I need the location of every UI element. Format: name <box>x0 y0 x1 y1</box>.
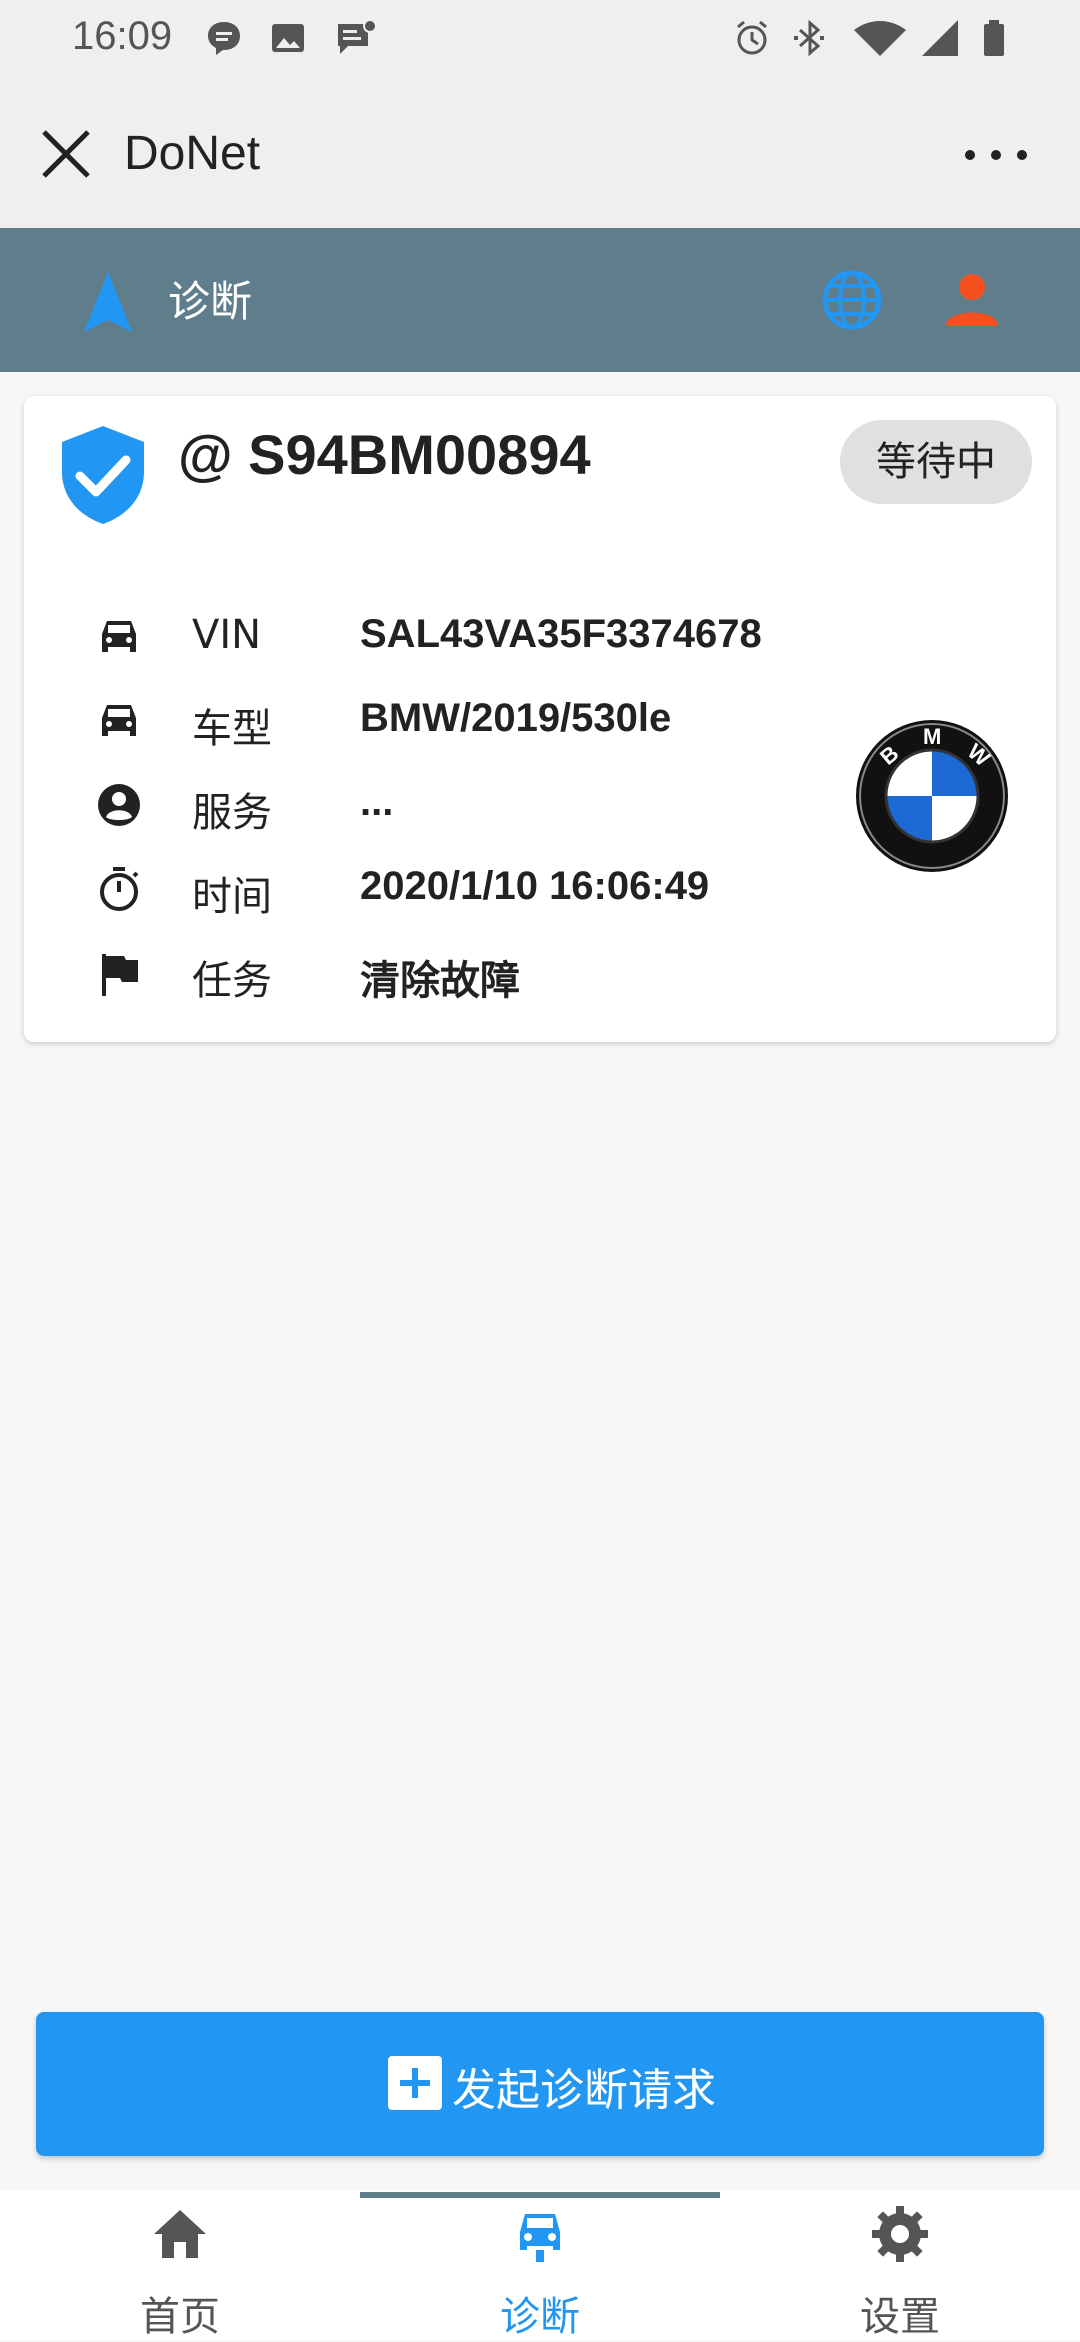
tab-home[interactable]: 首页 <box>0 2200 360 2340</box>
home-icon <box>154 2210 206 2258</box>
status-time: 16:09 <box>72 14 173 58</box>
app-title: DoNet <box>124 127 261 180</box>
globe-icon[interactable] <box>820 268 884 332</box>
info-value: 2020/1/10 16:06:49 <box>360 864 710 908</box>
car-front-icon <box>520 2214 560 2262</box>
nav-title: 诊断 <box>168 277 253 326</box>
user-icon[interactable] <box>942 270 1002 330</box>
tab-settings[interactable]: 设置 <box>720 2200 1080 2340</box>
tab-label: 设置 <box>860 2294 940 2340</box>
gear-icon <box>872 2206 928 2262</box>
info-label: VIN <box>192 612 262 658</box>
info-label: 车型 <box>192 706 272 752</box>
info-label: 服务 <box>192 790 272 836</box>
nav-bar: 诊断 <box>0 228 1080 372</box>
status-bar: 16:09 <box>0 0 1080 80</box>
more-icon[interactable] <box>960 140 1032 170</box>
shield-check-icon <box>62 426 144 524</box>
tab-diagnosis[interactable]: 诊断 <box>360 2200 720 2340</box>
license-plate: @ S94BM00894 <box>178 423 591 486</box>
info-value: SAL43VA35F3374678 <box>360 612 762 656</box>
info-label: 时间 <box>192 874 272 920</box>
svg-text:M: M <box>923 724 941 749</box>
vehicle-card[interactable]: @ S94BM00894 等待中 VIN SAL43VA35F3374678 车… <box>24 396 1056 1042</box>
start-diagnosis-label: 发起诊断请求 <box>452 2065 716 2116</box>
navigation-arrow-icon <box>84 272 132 332</box>
timer-icon <box>100 867 139 911</box>
info-value: BMW/2019/530le <box>360 696 672 740</box>
active-tab-indicator <box>360 2192 720 2198</box>
user-circle-icon <box>98 784 140 826</box>
info-value: 清除故障 <box>360 958 520 1004</box>
tab-label: 首页 <box>140 2294 220 2340</box>
image-icon <box>272 24 304 52</box>
car-icon <box>102 621 136 652</box>
info-value: ... <box>360 780 394 824</box>
message-icon <box>208 22 240 55</box>
start-diagnosis-button[interactable]: 发起诊断请求 <box>36 2012 1044 2156</box>
plus-icon <box>388 2056 442 2110</box>
tab-label: 诊断 <box>500 2294 580 2340</box>
alarm-icon <box>737 20 767 55</box>
wifi-icon <box>854 21 906 56</box>
battery-icon <box>984 20 1004 56</box>
notification-icon <box>338 19 377 54</box>
close-icon[interactable] <box>36 124 96 184</box>
bmw-logo: B M W <box>856 720 1008 872</box>
flag-icon <box>102 954 138 996</box>
info-label: 任务 <box>192 958 272 1004</box>
car-icon <box>102 705 136 736</box>
bluetooth-icon <box>794 19 824 57</box>
status-badge: 等待中 <box>840 420 1032 504</box>
title-bar: DoNet <box>0 80 1080 228</box>
signal-icon <box>922 20 958 56</box>
